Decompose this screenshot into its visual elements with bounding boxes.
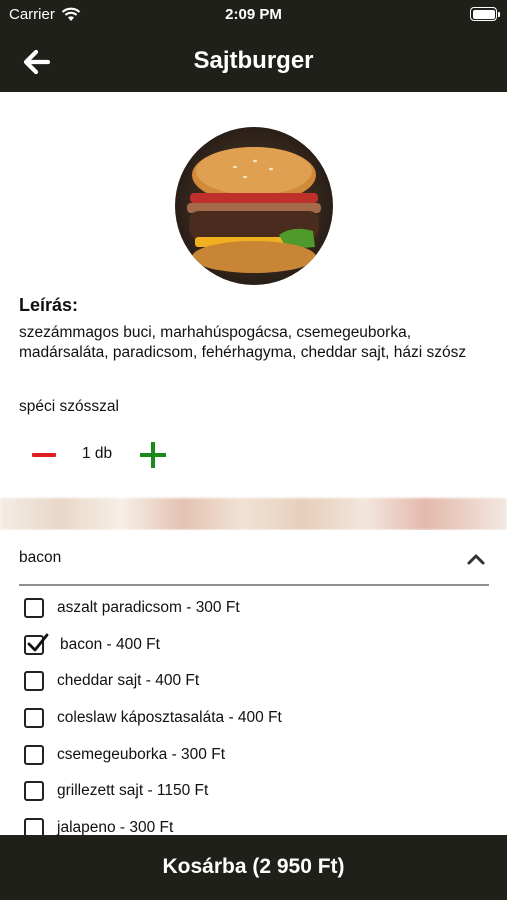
checkbox[interactable] — [24, 818, 44, 835]
decrease-quantity-button[interactable] — [30, 443, 58, 467]
addon-option-label: aszalt paradicsom - 300 Ft — [57, 599, 240, 616]
addon-option[interactable]: jalapeno - 300 Ft — [24, 815, 494, 835]
addon-option[interactable]: bacon - 400 Ft — [24, 632, 494, 658]
checkbox[interactable] — [24, 781, 44, 801]
status-bar: Carrier 2:09 PM — [0, 0, 507, 28]
status-time: 2:09 PM — [225, 6, 282, 23]
addon-option[interactable]: grillezett sajt - 1150 Ft — [24, 778, 494, 804]
add-to-cart-button[interactable]: Kosárba (2 950 Ft) — [0, 835, 507, 900]
addon-option-label: bacon - 400 Ft — [60, 636, 160, 653]
quantity-stepper: 1 db — [0, 440, 507, 470]
checkbox[interactable] — [24, 598, 44, 618]
increase-quantity-button[interactable] — [140, 442, 166, 468]
navigation-bar: Sajtburger — [0, 30, 507, 92]
battery-icon — [470, 7, 500, 21]
addon-option[interactable]: aszalt paradicsom - 300 Ft — [24, 595, 494, 621]
chevron-up-icon[interactable] — [466, 552, 486, 566]
checkmark-icon — [27, 633, 49, 652]
addon-option-label: csemegeuborka - 300 Ft — [57, 746, 226, 763]
description-text: szezámmagos buci, marhahúspogácsa, cseme… — [19, 324, 467, 361]
addon-option-label: coleslaw káposztasaláta - 400 Ft — [57, 709, 282, 726]
checkbox-checked[interactable] — [24, 633, 49, 655]
select-underline — [19, 584, 489, 586]
product-details: Leírás: szezámmagos buci, marhahúspogács… — [0, 92, 507, 498]
addon-option[interactable]: csemegeuborka - 300 Ft — [24, 742, 494, 768]
addon-option-label: grillezett sajt - 1150 Ft — [57, 782, 209, 799]
product-image — [175, 127, 333, 285]
addon-option-label: cheddar sajt - 400 Ft — [57, 672, 200, 689]
checkbox[interactable] — [24, 708, 44, 728]
description-heading: Leírás: — [19, 295, 79, 315]
top-bar: Carrier 2:09 PM Sajtburger — [0, 0, 507, 92]
addon-option[interactable]: coleslaw káposztasaláta - 400 Ft — [24, 705, 494, 731]
addon-option[interactable]: cheddar sajt - 400 Ft — [24, 668, 494, 694]
checkbox[interactable] — [24, 745, 44, 765]
addons-section: bacon aszalt paradicsom - 300 Ft bacon -… — [0, 530, 507, 835]
product-note: spéci szósszal — [19, 398, 119, 415]
quantity-value: 1 db — [82, 445, 113, 462]
addon-option-label: jalapeno - 300 Ft — [57, 819, 174, 835]
checkbox[interactable] — [24, 671, 44, 691]
background-image-strip — [0, 498, 507, 530]
addons-select-value[interactable]: bacon — [19, 549, 61, 567]
page-title: Sajtburger — [193, 47, 314, 74]
